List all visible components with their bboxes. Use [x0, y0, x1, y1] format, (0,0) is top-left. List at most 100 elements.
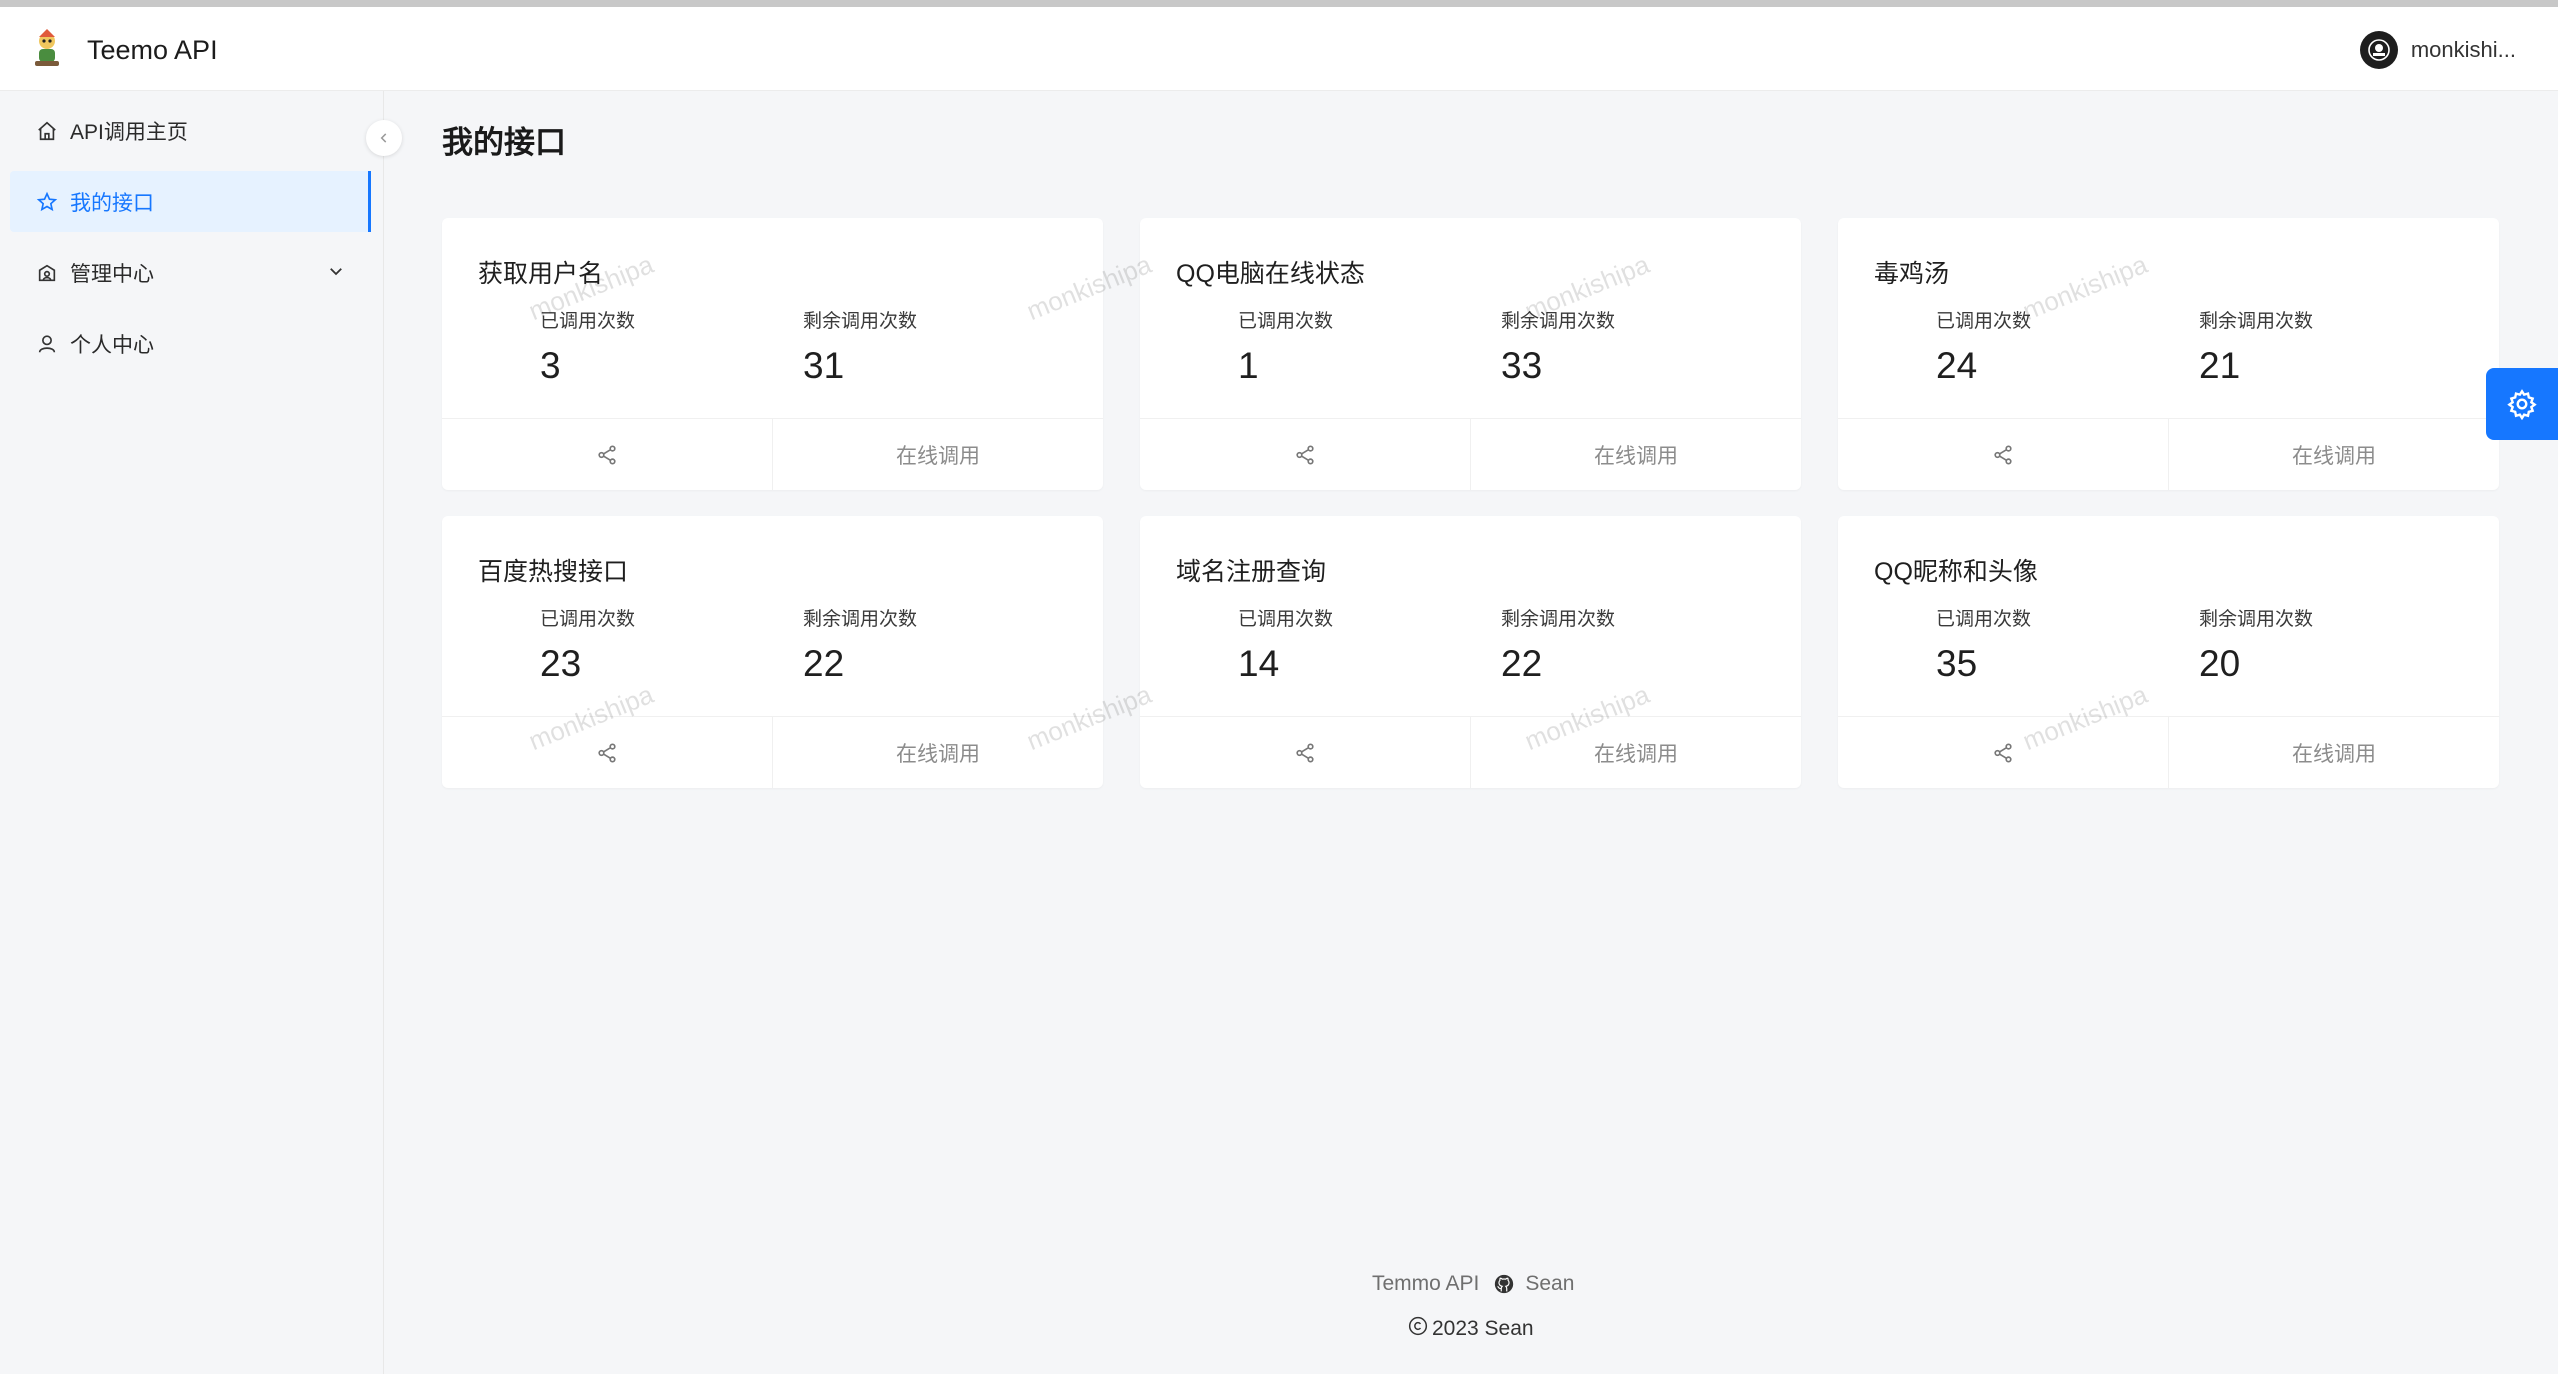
- chevron-down-icon[interactable]: [327, 262, 345, 286]
- used-count-label: 已调用次数: [540, 609, 636, 630]
- online-call-button[interactable]: 在线调用: [1470, 419, 1801, 490]
- footer-author-link[interactable]: Sean: [1525, 1272, 1574, 1296]
- card-actions: 在线调用: [1838, 418, 2499, 490]
- remaining-count-label: 剩余调用次数: [803, 311, 918, 332]
- share-button[interactable]: [1140, 717, 1470, 788]
- remaining-count-label: 剩余调用次数: [803, 609, 918, 630]
- settings-button[interactable]: [2486, 368, 2558, 440]
- api-card: QQ电脑在线状态 已调用次数 1 剩余调用次数 33 在线调用: [1140, 218, 1801, 490]
- used-count-stat: 已调用次数 24: [1936, 306, 2031, 387]
- api-card-title[interactable]: 获取用户名: [478, 254, 603, 290]
- card-actions: 在线调用: [442, 716, 1103, 788]
- card-actions: 在线调用: [1838, 716, 2499, 788]
- used-count-stat: 已调用次数 23: [540, 604, 635, 685]
- used-count-stat: 已调用次数 14: [1238, 604, 1333, 685]
- app-title[interactable]: Teemo API: [87, 35, 218, 66]
- share-button[interactable]: [442, 717, 772, 788]
- remaining-count-stat: 剩余调用次数 31: [803, 306, 917, 387]
- remaining-count-value: 21: [2199, 345, 2241, 386]
- user-menu[interactable]: monkishi...: [2359, 31, 2516, 69]
- window-top-border: [0, 0, 2558, 7]
- github-icon[interactable]: [1493, 1273, 1515, 1295]
- share-button[interactable]: [1838, 419, 2168, 490]
- api-card: 域名注册查询 已调用次数 14 剩余调用次数 22 在线调用: [1140, 516, 1801, 788]
- used-count-stat: 已调用次数 3: [540, 306, 635, 387]
- avatar[interactable]: [2359, 31, 2398, 69]
- remaining-count-stat: 剩余调用次数 33: [1501, 306, 1615, 387]
- admin-icon: [34, 260, 60, 286]
- share-icon: [1296, 444, 1314, 465]
- used-count-value: 35: [1936, 643, 1978, 684]
- used-count-value: 23: [540, 643, 582, 684]
- remaining-count-label: 剩余调用次数: [1501, 609, 1616, 630]
- card-actions: 在线调用: [442, 418, 1103, 490]
- footer-copyright: 2023 Sean: [1408, 1316, 1534, 1342]
- copyright-text: 2023 Sean: [1432, 1317, 1534, 1340]
- remaining-count-stat: 剩余调用次数 22: [1501, 604, 1615, 685]
- sidebar: API调用主页 我的接口 管理中心 个人中心: [0, 91, 384, 1374]
- api-card-title[interactable]: 百度热搜接口: [478, 552, 628, 588]
- remaining-count-stat: 剩余调用次数 21: [2199, 306, 2313, 387]
- online-call-button[interactable]: 在线调用: [1470, 717, 1801, 788]
- used-count-value: 14: [1238, 643, 1280, 684]
- used-count-label: 已调用次数: [540, 311, 636, 332]
- used-count-stat: 已调用次数 1: [1238, 306, 1333, 387]
- online-call-button[interactable]: 在线调用: [2168, 717, 2499, 788]
- api-card-title[interactable]: 毒鸡汤: [1874, 254, 1949, 290]
- copyright-icon: [1408, 1316, 1428, 1342]
- remaining-count-value: 31: [803, 345, 845, 386]
- gear-icon: [2507, 389, 2537, 420]
- used-count-stat: 已调用次数 35: [1936, 604, 2031, 685]
- api-card: 获取用户名 已调用次数 3 剩余调用次数 31 在线调用: [442, 218, 1103, 490]
- used-count-label: 已调用次数: [1936, 609, 2032, 630]
- home-icon: [34, 118, 60, 144]
- used-count-value: 24: [1936, 345, 1978, 386]
- sidebar-item-personal-center[interactable]: 个人中心: [10, 313, 371, 374]
- api-card-title[interactable]: 域名注册查询: [1176, 552, 1326, 588]
- api-card: 毒鸡汤 已调用次数 24 剩余调用次数 21 在线调用: [1838, 218, 2499, 490]
- online-call-button[interactable]: 在线调用: [772, 717, 1103, 788]
- remaining-count-label: 剩余调用次数: [2199, 609, 2314, 630]
- share-button[interactable]: [442, 419, 772, 490]
- used-count-label: 已调用次数: [1936, 311, 2032, 332]
- card-actions: 在线调用: [1140, 418, 1801, 490]
- star-icon: [34, 189, 60, 215]
- card-actions: 在线调用: [1140, 716, 1801, 788]
- share-icon: [1296, 742, 1314, 763]
- sidebar-item-label: 个人中心: [70, 333, 154, 357]
- online-call-button[interactable]: 在线调用: [2168, 419, 2499, 490]
- remaining-count-value: 20: [2199, 643, 2241, 684]
- used-count-value: 1: [1238, 345, 1259, 386]
- sidebar-item-label: 我的接口: [70, 191, 154, 215]
- remaining-count-value: 33: [1501, 345, 1543, 386]
- sidebar-item-admin-center[interactable]: 管理中心: [10, 242, 371, 303]
- sidebar-item-label: 管理中心: [70, 262, 154, 286]
- remaining-count-value: 22: [803, 643, 845, 684]
- footer-links: Temmo API Sean: [1372, 1272, 1574, 1296]
- api-card-title[interactable]: QQ昵称和头像: [1874, 552, 2038, 588]
- sidebar-collapse-button[interactable]: [366, 120, 402, 156]
- share-button[interactable]: [1838, 717, 2168, 788]
- app-logo[interactable]: [26, 27, 68, 69]
- share-button[interactable]: [1140, 419, 1470, 490]
- api-card: 百度热搜接口 已调用次数 23 剩余调用次数 22 在线调用: [442, 516, 1103, 788]
- remaining-count-stat: 剩余调用次数 22: [803, 604, 917, 685]
- online-call-button[interactable]: 在线调用: [772, 419, 1103, 490]
- sidebar-item-my-apis[interactable]: 我的接口: [10, 171, 371, 232]
- remaining-count-stat: 剩余调用次数 20: [2199, 604, 2313, 685]
- share-icon: [598, 742, 616, 763]
- user-icon: [34, 331, 60, 357]
- share-icon: [598, 444, 616, 465]
- remaining-count-value: 22: [1501, 643, 1543, 684]
- sidebar-item-label: API调用主页: [70, 120, 188, 144]
- share-icon: [1994, 444, 2012, 465]
- remaining-count-label: 剩余调用次数: [2199, 311, 2314, 332]
- api-card-title[interactable]: QQ电脑在线状态: [1176, 254, 1365, 290]
- footer-brand-link[interactable]: Temmo API: [1372, 1272, 1479, 1296]
- username[interactable]: monkishi...: [2411, 37, 2516, 63]
- sidebar-item-api-home[interactable]: API调用主页: [10, 100, 371, 161]
- used-count-label: 已调用次数: [1238, 609, 1334, 630]
- used-count-value: 3: [540, 345, 561, 386]
- used-count-label: 已调用次数: [1238, 311, 1334, 332]
- api-card: QQ昵称和头像 已调用次数 35 剩余调用次数 20 在线调用: [1838, 516, 2499, 788]
